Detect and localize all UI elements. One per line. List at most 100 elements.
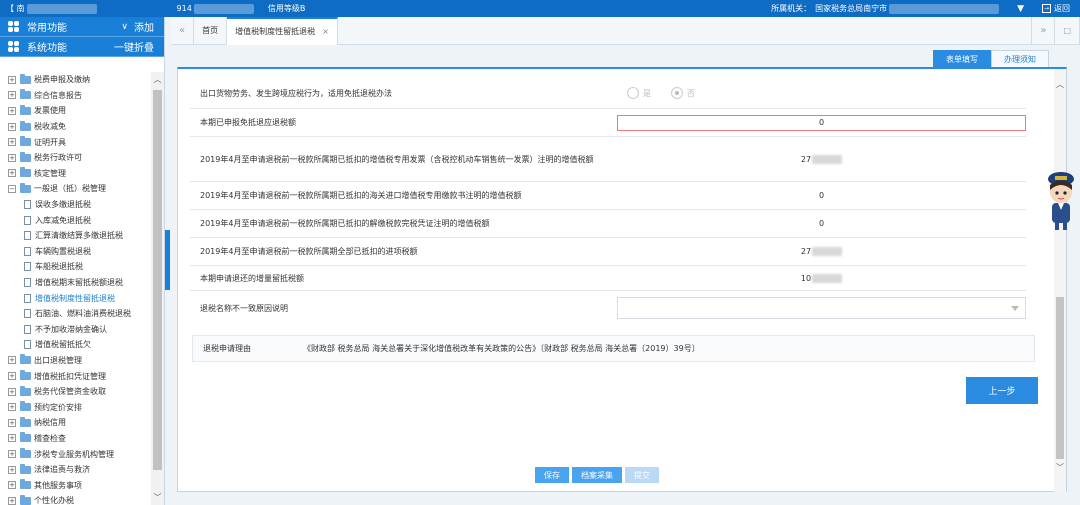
sidebar-item[interactable]: 车辆购置税退税 [0,244,150,260]
scroll-down-icon[interactable]: ﹀ [1056,462,1064,473]
expand-icon[interactable]: + [8,106,16,115]
previous-step-button[interactable]: 上一步 [966,377,1038,404]
sidebar-item[interactable]: + 稽查检查 [0,431,150,447]
refund-reason-label: 退税申请理由 [203,344,251,353]
scroll-up-icon[interactable]: ︿ [153,74,162,85]
sidebar-item[interactable]: 不予加收滞纳金确认 [0,322,150,338]
field-label: 2019年4月至申请退税前一税款所属期已抵扣的增值税专用发票（含税控机动车销售统… [200,154,594,164]
expand-icon[interactable]: + [8,481,16,490]
expand-icon[interactable]: + [8,372,16,381]
tabs-scroll-right-icon[interactable]: » [1031,16,1056,45]
expand-icon[interactable]: + [8,387,16,396]
expand-icon[interactable]: + [8,356,16,365]
name-mismatch-select[interactable] [617,297,1026,319]
system-functions-title: 系统功能 [27,43,67,54]
expand-icon[interactable]: + [8,496,16,505]
return-button[interactable]: → 返回 [1042,3,1070,14]
common-functions-header[interactable]: 常用功能 ∨ 添加 [0,17,164,37]
sidebar-item-label: 发票使用 [34,106,66,116]
sidebar-item[interactable]: + 出口退税管理 [0,353,150,369]
sidebar-item[interactable]: 误收多缴退抵税 [0,197,150,213]
tax-officer-mascot-icon[interactable] [1044,170,1078,232]
radio-no-label: 否 [687,88,695,98]
expand-icon[interactable]: + [8,91,16,100]
sidebar-item-label: 误收多缴退抵税 [35,200,91,210]
org-name: 【 南 [6,4,25,13]
sidebar-item[interactable]: + 税务行政许可 [0,150,150,166]
expand-icon[interactable]: + [8,169,16,178]
sidebar-item[interactable]: 增值税制度性留抵退税 [0,290,150,306]
submit-button[interactable]: 提交 [625,467,659,483]
form-panel: 出口货物劳务、发生跨境应税行为，适用免抵退税办法 是 否 本期已申报免抵退应退税… [177,67,1067,492]
special-invoice-value: 27 [800,154,812,164]
sidebar-item[interactable]: − 一般退（抵）税管理 [0,181,150,197]
sidebar-item[interactable]: + 核定管理 [0,166,150,182]
form-scrollbar[interactable]: ︿ ﹀ [1054,69,1066,492]
sidebar-item[interactable]: + 增值税抵扣凭证管理 [0,368,150,384]
expand-icon[interactable]: + [8,418,16,427]
expand-icon[interactable]: + [8,465,16,474]
expand-icon[interactable]: + [8,138,16,147]
sidebar-collapse-handle[interactable] [165,230,170,290]
form-subtabs: 表单填写 办理须知 [933,50,1049,67]
sidebar-item[interactable]: 汇算清缴结算多缴退抵税 [0,228,150,244]
save-button[interactable]: 保存 [535,467,569,483]
archive-collect-button[interactable]: 档案采集 [572,467,622,483]
expand-icon[interactable]: + [8,122,16,131]
collapse-icon[interactable]: − [8,184,16,193]
sidebar-scrollbar[interactable]: ︿ ﹀ [151,72,164,505]
sidebar-item[interactable]: 增值税期末留抵税额退税 [0,275,150,291]
tabs-scroll-left-icon[interactable]: « [171,16,195,45]
tab-instructions[interactable]: 办理须知 [991,50,1049,67]
user-dropdown-icon[interactable]: ▼ [1017,4,1024,14]
sidebar-item[interactable]: 车船税退抵税 [0,259,150,275]
sidebar-item[interactable]: + 预约定价安排 [0,399,150,415]
sidebar-item[interactable]: + 发票使用 [0,103,150,119]
form-row-incremental-refund: 本期申请退还的增量留抵税额 10 [190,266,1026,291]
scroll-up-icon[interactable]: ︿ [1056,79,1064,90]
sidebar-item[interactable]: + 法律追责与救济 [0,462,150,478]
expand-icon[interactable]: + [8,75,16,84]
authority-label: 所属机关： [771,4,812,13]
add-common-button[interactable]: 添加 [134,19,154,34]
sidebar-item[interactable]: + 涉税专业服务机构管理 [0,446,150,462]
form-row-name-mismatch: 退税名称不一致原因说明 [190,291,1026,325]
total-input-tax-value: 27 [800,247,812,256]
radio-yes[interactable] [627,87,639,99]
document-icon [24,324,31,334]
sidebar-item[interactable]: 增值税留抵抵欠 [0,337,150,353]
close-tab-icon[interactable]: × [322,27,329,36]
tab-form-fill[interactable]: 表单填写 [933,50,991,67]
collapse-all-button[interactable]: 一键折叠 [114,39,154,54]
field-label: 2019年4月至申请退税前一税款所属期全部已抵扣的进项税额 [200,247,418,256]
sidebar-item[interactable]: + 证明开具 [0,134,150,150]
expand-icon[interactable]: + [8,153,16,162]
expand-icon[interactable]: + [8,450,16,459]
scrollbar-thumb[interactable] [1056,297,1064,459]
sidebar-item[interactable]: + 其他服务事项 [0,477,150,493]
sidebar-item-label: 增值税制度性留抵退税 [35,293,115,303]
scrollbar-thumb[interactable] [153,90,162,470]
maximize-icon[interactable]: □ [1055,16,1080,45]
declared-refund-input[interactable]: 0 [617,114,1026,131]
sidebar-item-label: 增值税抵扣凭证管理 [34,371,106,381]
tax-certificate-value: 0 [818,219,825,228]
sidebar-item[interactable]: 入库减免退抵税 [0,212,150,228]
sidebar-item[interactable]: + 税务代保管资金收取 [0,384,150,400]
scroll-down-icon[interactable]: ﹀ [153,492,162,503]
sidebar-item-label: 车船税退抵税 [35,262,83,272]
sidebar-item[interactable]: + 个性化办税 [0,493,150,505]
sidebar-item[interactable]: + 税费申报及缴纳 [0,72,150,88]
radio-no[interactable] [671,87,683,99]
sidebar-item-label: 入库减免退抵税 [35,215,91,225]
sidebar-item[interactable]: + 税收减免 [0,119,150,135]
expand-icon[interactable]: + [8,403,16,412]
sidebar-item[interactable]: + 纳税信用 [0,415,150,431]
system-functions-header[interactable]: 系统功能 一键折叠 [0,37,164,57]
sidebar-item[interactable]: 石脑油、燃料油消费税退税 [0,306,150,322]
sidebar-item-label: 石脑油、燃料油消费税退税 [35,309,131,319]
expand-icon[interactable]: + [8,434,16,443]
sidebar-item[interactable]: + 综合信息报告 [0,88,150,104]
tab-vat-refund[interactable]: 增值税制度性留抵退税 × [227,16,338,45]
tab-home[interactable]: 首页 [194,16,228,45]
